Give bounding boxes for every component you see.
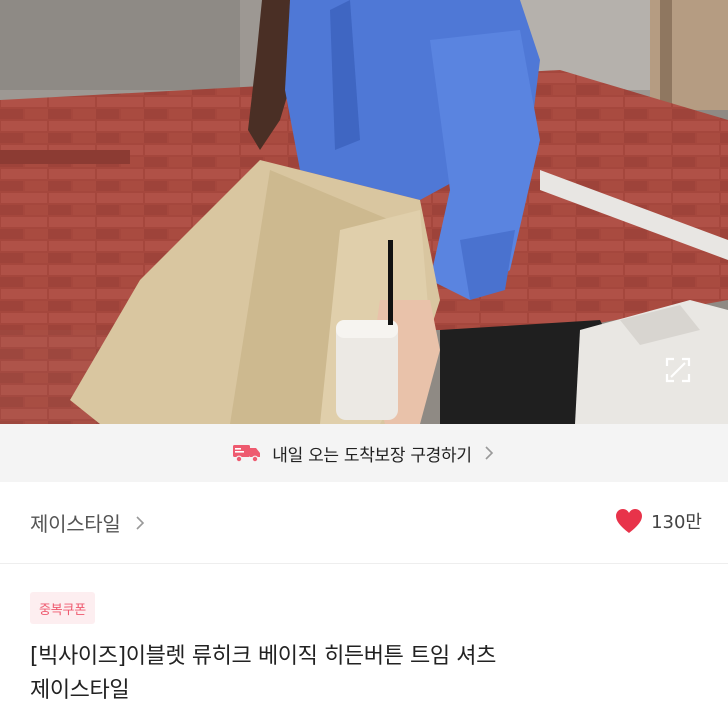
product-title-line: [빅사이즈]이블렛 류히크 베이직 히든버튼 트임 셔츠 (30, 644, 496, 669)
product-title-store: 제이스타일 (30, 678, 130, 703)
chevron-right-icon (484, 445, 496, 461)
delivery-banner-text: 내일 오는 도착보장 구경하기 (272, 445, 472, 466)
like-count: 130만 (651, 512, 702, 533)
store-link[interactable]: 제이스타일 (30, 508, 145, 537)
zoom-image-button[interactable] (660, 352, 696, 388)
product-image[interactable] (0, 0, 728, 424)
like-button[interactable]: 130만 (615, 508, 702, 534)
coupon-badge-label: 중복쿠폰 (39, 602, 87, 618)
product-title: [빅사이즈]이블렛 류히크 베이직 히든버튼 트임 셔츠 제이스타일 (30, 640, 710, 708)
store-row: 제이스타일 130만 (0, 482, 728, 564)
product-photo-illustration (0, 0, 728, 424)
expand-icon (665, 357, 691, 383)
heart-icon (615, 508, 643, 534)
store-name: 제이스타일 (30, 512, 121, 536)
coupon-badge: 중복쿠폰 (30, 592, 96, 624)
delivery-truck-icon (232, 442, 262, 464)
delivery-guarantee-banner[interactable]: 내일 오는 도착보장 구경하기 (0, 424, 728, 482)
chevron-right-icon (135, 515, 145, 531)
